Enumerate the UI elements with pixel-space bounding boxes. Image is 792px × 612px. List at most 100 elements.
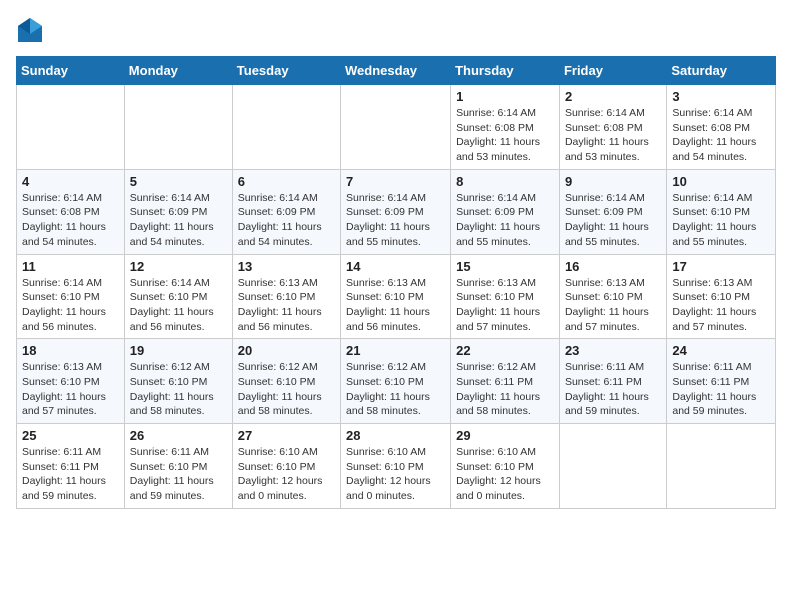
day-info: Sunrise: 6:13 AM Sunset: 6:10 PM Dayligh… <box>346 276 445 335</box>
weekday-header-row: SundayMondayTuesdayWednesdayThursdayFrid… <box>17 57 776 85</box>
week-row-1: 1 Sunrise: 6:14 AM Sunset: 6:08 PM Daylig… <box>17 85 776 170</box>
day-info: Sunrise: 6:14 AM Sunset: 6:10 PM Dayligh… <box>672 191 770 250</box>
calendar-cell: 11Sunrise: 6:14 AM Sunset: 6:10 PM Dayli… <box>17 254 125 339</box>
logo <box>16 16 48 44</box>
day-info: Sunrise: 6:13 AM Sunset: 6:10 PM Dayligh… <box>672 276 770 335</box>
calendar-cell <box>17 85 125 170</box>
day-info: Sunrise: 6:14 AM Sunset: 6:08 PM Dayligh… <box>456 106 554 165</box>
day-number: 16 <box>565 259 661 274</box>
day-number: 11 <box>22 259 119 274</box>
day-info: Sunrise: 6:13 AM Sunset: 6:10 PM Dayligh… <box>456 276 554 335</box>
page-header <box>16 16 776 44</box>
day-info: Sunrise: 6:13 AM Sunset: 6:10 PM Dayligh… <box>238 276 335 335</box>
day-number: 20 <box>238 343 335 358</box>
calendar-cell: 18 Sunrise: 6:13 AM Sunset: 6:10 PM Dayli… <box>17 339 125 424</box>
day-number: 5 <box>130 174 227 189</box>
day-number: 17 <box>672 259 770 274</box>
calendar-cell: 19 Sunrise: 6:12 AM Sunset: 6:10 PM Dayli… <box>124 339 232 424</box>
weekday-header-sunday: Sunday <box>17 57 125 85</box>
weekday-header-saturday: Saturday <box>667 57 776 85</box>
day-info: Sunrise: 6:12 AM Sunset: 6:10 PM Dayligh… <box>238 360 335 419</box>
day-number: 25 <box>22 428 119 443</box>
calendar-cell: 10 Sunrise: 6:14 AM Sunset: 6:10 PM Dayli… <box>667 169 776 254</box>
day-info: Sunrise: 6:14 AM Sunset: 6:08 PM Dayligh… <box>672 106 770 165</box>
day-number: 15 <box>456 259 554 274</box>
day-info: Sunrise: 6:14 AM Sunset: 6:08 PM Dayligh… <box>565 106 661 165</box>
day-info: Sunrise: 6:14 AM Sunset: 6:08 PM Dayligh… <box>22 191 119 250</box>
calendar-cell: 5 Sunrise: 6:14 AM Sunset: 6:09 PM Daylig… <box>124 169 232 254</box>
calendar-cell: 17 Sunrise: 6:13 AM Sunset: 6:10 PM Dayli… <box>667 254 776 339</box>
day-info: Sunrise: 6:11 AM Sunset: 6:11 PM Dayligh… <box>565 360 661 419</box>
day-info: Sunrise: 6:14 AM Sunset: 6:09 PM Dayligh… <box>346 191 445 250</box>
calendar-cell: 29 Sunrise: 6:10 AM Sunset: 6:10 PM Dayli… <box>451 424 560 509</box>
calendar-cell: 21 Sunrise: 6:12 AM Sunset: 6:10 PM Dayli… <box>341 339 451 424</box>
calendar-cell: 14 Sunrise: 6:13 AM Sunset: 6:10 PM Dayli… <box>341 254 451 339</box>
calendar-cell <box>559 424 666 509</box>
day-number: 27 <box>238 428 335 443</box>
calendar-cell: 26 Sunrise: 6:11 AM Sunset: 6:10 PM Dayli… <box>124 424 232 509</box>
week-row-3: 11Sunrise: 6:14 AM Sunset: 6:10 PM Dayli… <box>17 254 776 339</box>
calendar-cell: 12Sunrise: 6:14 AM Sunset: 6:10 PM Dayli… <box>124 254 232 339</box>
day-number: 8 <box>456 174 554 189</box>
day-info: Sunrise: 6:14 AM Sunset: 6:09 PM Dayligh… <box>565 191 661 250</box>
calendar-cell: 13 Sunrise: 6:13 AM Sunset: 6:10 PM Dayli… <box>232 254 340 339</box>
weekday-header-thursday: Thursday <box>451 57 560 85</box>
day-info: Sunrise: 6:10 AM Sunset: 6:10 PM Dayligh… <box>456 445 554 504</box>
calendar-cell <box>232 85 340 170</box>
calendar-cell: 23 Sunrise: 6:11 AM Sunset: 6:11 PM Dayli… <box>559 339 666 424</box>
day-number: 28 <box>346 428 445 443</box>
calendar-cell: 8 Sunrise: 6:14 AM Sunset: 6:09 PM Daylig… <box>451 169 560 254</box>
day-number: 29 <box>456 428 554 443</box>
day-info: Sunrise: 6:14 AM Sunset: 6:09 PM Dayligh… <box>456 191 554 250</box>
calendar-cell: 25 Sunrise: 6:11 AM Sunset: 6:11 PM Dayli… <box>17 424 125 509</box>
calendar-cell: 24 Sunrise: 6:11 AM Sunset: 6:11 PM Dayli… <box>667 339 776 424</box>
day-number: 22 <box>456 343 554 358</box>
day-info: Sunrise: 6:13 AM Sunset: 6:10 PM Dayligh… <box>22 360 119 419</box>
day-info: Sunrise: 6:11 AM Sunset: 6:11 PM Dayligh… <box>22 445 119 504</box>
calendar-table: SundayMondayTuesdayWednesdayThursdayFrid… <box>16 56 776 509</box>
logo-icon <box>16 16 44 44</box>
calendar-cell: 27 Sunrise: 6:10 AM Sunset: 6:10 PM Dayli… <box>232 424 340 509</box>
day-number: 9 <box>565 174 661 189</box>
day-number: 23 <box>565 343 661 358</box>
calendar-cell: 3 Sunrise: 6:14 AM Sunset: 6:08 PM Daylig… <box>667 85 776 170</box>
day-number: 21 <box>346 343 445 358</box>
day-info: Sunrise: 6:14 AM Sunset: 6:09 PM Dayligh… <box>130 191 227 250</box>
day-info: Sunrise: 6:10 AM Sunset: 6:10 PM Dayligh… <box>346 445 445 504</box>
calendar-cell <box>341 85 451 170</box>
day-number: 26 <box>130 428 227 443</box>
day-info: Sunrise: 6:11 AM Sunset: 6:10 PM Dayligh… <box>130 445 227 504</box>
day-number: 6 <box>238 174 335 189</box>
day-number: 10 <box>672 174 770 189</box>
day-info: Sunrise: 6:12 AM Sunset: 6:10 PM Dayligh… <box>130 360 227 419</box>
day-number: 1 <box>456 89 554 104</box>
day-number: 13 <box>238 259 335 274</box>
calendar-cell: 4Sunrise: 6:14 AM Sunset: 6:08 PM Daylig… <box>17 169 125 254</box>
calendar-cell: 1 Sunrise: 6:14 AM Sunset: 6:08 PM Daylig… <box>451 85 560 170</box>
day-number: 24 <box>672 343 770 358</box>
day-info: Sunrise: 6:12 AM Sunset: 6:10 PM Dayligh… <box>346 360 445 419</box>
day-number: 3 <box>672 89 770 104</box>
calendar-cell: 20 Sunrise: 6:12 AM Sunset: 6:10 PM Dayli… <box>232 339 340 424</box>
day-info: Sunrise: 6:11 AM Sunset: 6:11 PM Dayligh… <box>672 360 770 419</box>
weekday-header-friday: Friday <box>559 57 666 85</box>
calendar-cell: 16 Sunrise: 6:13 AM Sunset: 6:10 PM Dayli… <box>559 254 666 339</box>
calendar-cell: 9 Sunrise: 6:14 AM Sunset: 6:09 PM Daylig… <box>559 169 666 254</box>
day-number: 19 <box>130 343 227 358</box>
day-info: Sunrise: 6:13 AM Sunset: 6:10 PM Dayligh… <box>565 276 661 335</box>
day-number: 14 <box>346 259 445 274</box>
calendar-cell: 22 Sunrise: 6:12 AM Sunset: 6:11 PM Dayli… <box>451 339 560 424</box>
day-number: 18 <box>22 343 119 358</box>
week-row-4: 18 Sunrise: 6:13 AM Sunset: 6:10 PM Dayli… <box>17 339 776 424</box>
weekday-header-monday: Monday <box>124 57 232 85</box>
calendar-cell <box>667 424 776 509</box>
week-row-5: 25 Sunrise: 6:11 AM Sunset: 6:11 PM Dayli… <box>17 424 776 509</box>
week-row-2: 4Sunrise: 6:14 AM Sunset: 6:08 PM Daylig… <box>17 169 776 254</box>
day-number: 2 <box>565 89 661 104</box>
weekday-header-tuesday: Tuesday <box>232 57 340 85</box>
day-info: Sunrise: 6:12 AM Sunset: 6:11 PM Dayligh… <box>456 360 554 419</box>
calendar-cell <box>124 85 232 170</box>
day-info: Sunrise: 6:10 AM Sunset: 6:10 PM Dayligh… <box>238 445 335 504</box>
calendar-cell: 6Sunrise: 6:14 AM Sunset: 6:09 PM Daylig… <box>232 169 340 254</box>
calendar-cell: 7Sunrise: 6:14 AM Sunset: 6:09 PM Daylig… <box>341 169 451 254</box>
